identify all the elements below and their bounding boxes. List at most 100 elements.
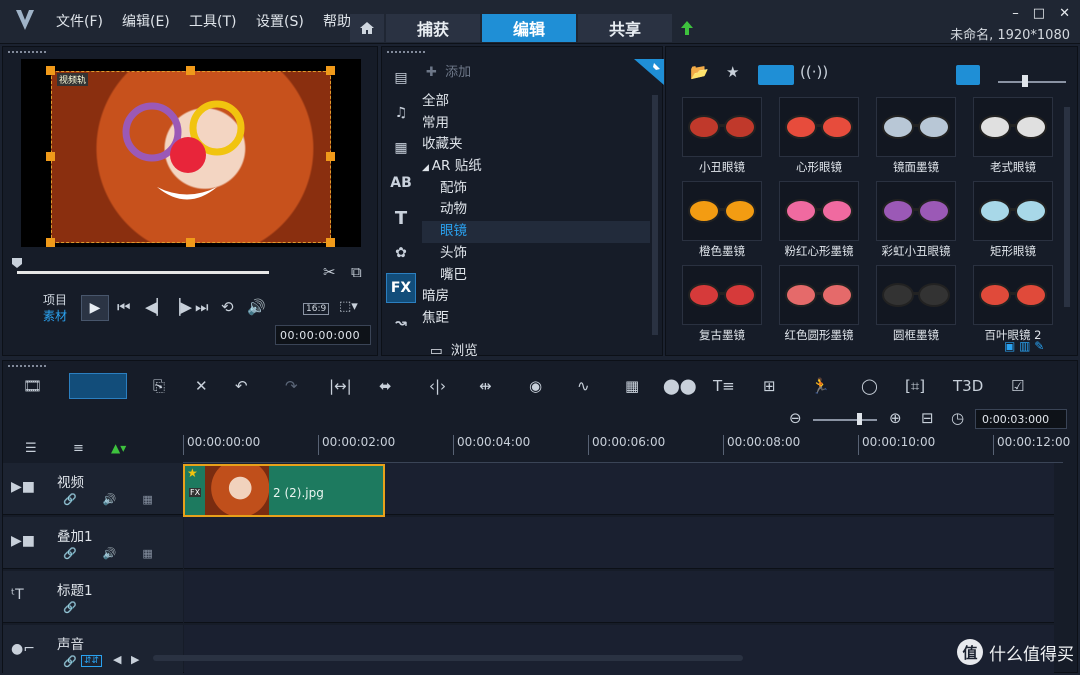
scroll-left-icon[interactable]: ◀: [113, 653, 121, 666]
effect-item[interactable]: 老式眼镜: [965, 93, 1061, 179]
resize-handle[interactable]: [46, 152, 55, 161]
browse-button[interactable]: ▭ 浏览: [430, 339, 478, 359]
category-item[interactable]: 嘴巴: [422, 265, 650, 287]
scroll-right-icon[interactable]: ▶: [131, 653, 139, 666]
panel-grip[interactable]: [7, 50, 47, 54]
resize-handle[interactable]: [186, 238, 195, 247]
tab-edit[interactable]: 编辑: [482, 14, 576, 42]
link-icon[interactable]: 🔗: [63, 655, 77, 668]
time-ruler[interactable]: 00:00:00:00 00:00:02:00 00:00:04:00 00:00:0…: [183, 433, 1070, 463]
instant-project-icon[interactable]: ▦: [386, 133, 416, 163]
graphic-icon[interactable]: ✿: [386, 238, 416, 268]
track-manager-icon[interactable]: ☰: [25, 441, 37, 456]
crop-mode-icon[interactable]: ⬚▾: [339, 299, 358, 314]
add-folder-button[interactable]: ✚ 添加: [426, 61, 471, 80]
timeline-view-button[interactable]: [69, 373, 127, 399]
category-item[interactable]: ◢ AR 贴纸: [422, 156, 650, 178]
stretch-icon[interactable]: ⇹: [479, 377, 492, 395]
minimize-button[interactable]: –: [1012, 6, 1019, 21]
timeline-scrollbar[interactable]: [153, 655, 743, 661]
tree-scrollbar[interactable]: [652, 95, 658, 335]
volume-icon[interactable]: 🔊: [247, 298, 266, 316]
favorite-add-icon[interactable]: ★: [726, 63, 739, 81]
preview-image[interactable]: [51, 71, 331, 243]
fit-timeline-icon[interactable]: ⊟: [921, 409, 934, 427]
copy-attributes-icon[interactable]: ⎘: [153, 377, 165, 395]
tab-share[interactable]: 共享: [578, 14, 672, 42]
mask-icon[interactable]: ⬤⬤: [663, 377, 697, 395]
fit-project-icon[interactable]: |↔|: [329, 377, 352, 395]
category-item[interactable]: 配饰: [422, 178, 650, 200]
category-item[interactable]: 全部: [422, 91, 650, 113]
scrubber-handle-icon[interactable]: [11, 257, 23, 269]
category-item[interactable]: 眼镜: [422, 221, 650, 243]
duration-clock-icon[interactable]: ◷: [951, 409, 964, 427]
thumbnail-size-slider[interactable]: [998, 81, 1066, 83]
trim-scissors-icon[interactable]: ✂: [323, 263, 336, 281]
effect-item[interactable]: 圆框墨镜: [868, 261, 964, 347]
effect-item[interactable]: 心形眼镜: [771, 93, 867, 179]
split-icon[interactable]: ‹|›: [429, 377, 446, 395]
effect-item[interactable]: 橙色墨镜: [674, 177, 770, 263]
undo-icon[interactable]: ↶: [235, 377, 248, 395]
category-item[interactable]: 收藏夹: [422, 134, 650, 156]
storyboard-view-icon[interactable]: 🎞: [23, 377, 42, 395]
category-item[interactable]: 暗房: [422, 286, 650, 308]
menu-help[interactable]: 帮助: [323, 11, 351, 31]
category-item[interactable]: 动物: [422, 199, 650, 221]
resize-handle[interactable]: [186, 66, 195, 75]
next-frame-icon[interactable]: ▕▶: [169, 298, 192, 316]
tab-capture[interactable]: 捕获: [386, 14, 480, 42]
mode-project[interactable]: 项目: [43, 291, 67, 308]
play-button[interactable]: ▶: [81, 295, 109, 321]
preview-timecode[interactable]: 00:00:00:000: [275, 325, 371, 345]
track-zoom-button[interactable]: ⇵⇵: [81, 655, 103, 667]
zoom-handle[interactable]: [857, 413, 862, 425]
resize-handle[interactable]: [46, 238, 55, 247]
track-row[interactable]: [184, 571, 1054, 623]
fx-icon[interactable]: FX: [386, 273, 416, 303]
menu-settings[interactable]: 设置(S): [256, 11, 304, 31]
motion-tracking-icon[interactable]: 🏃: [811, 377, 830, 395]
redo-icon[interactable]: ↷: [285, 377, 298, 395]
prev-frame-icon[interactable]: ◀▏: [145, 298, 168, 316]
color-icon[interactable]: ◉: [529, 377, 542, 395]
category-item[interactable]: 头饰: [422, 243, 650, 265]
menu-file[interactable]: 文件(F): [56, 11, 103, 31]
transition-icon[interactable]: AB: [386, 168, 416, 198]
list-view-button[interactable]: [956, 65, 980, 85]
media-icon[interactable]: ▤: [386, 63, 416, 93]
effect-item[interactable]: 矩形眼镜: [965, 177, 1061, 263]
effect-item[interactable]: 镜面墨镜: [868, 93, 964, 179]
upload-button[interactable]: [674, 14, 700, 42]
effect-item[interactable]: 小丑眼镜: [674, 93, 770, 179]
track-row[interactable]: [184, 625, 1054, 675]
effect-item[interactable]: 红色圆形墨镜: [771, 261, 867, 347]
menu-edit[interactable]: 编辑(E): [122, 11, 170, 31]
title-icon[interactable]: T: [386, 203, 416, 233]
effect-item[interactable]: 彩虹小丑眼镜: [868, 177, 964, 263]
track-row[interactable]: [184, 517, 1054, 569]
panel-grip[interactable]: [386, 50, 426, 54]
check-edit-icon[interactable]: ☑: [1011, 377, 1024, 395]
path-icon[interactable]: ↝: [386, 308, 416, 338]
end-icon[interactable]: ⏭: [195, 298, 209, 316]
enlarge-preview-icon[interactable]: ⧉: [351, 263, 362, 281]
expand-arrow-icon[interactable]: ◢: [422, 163, 432, 173]
effect-item[interactable]: 百叶眼镜 2: [965, 261, 1061, 347]
resize-handle[interactable]: [46, 66, 55, 75]
thumbnail-size-handle[interactable]: [1022, 75, 1028, 87]
resize-handle[interactable]: [326, 66, 335, 75]
timeline-clip[interactable]: ★ FX 2 (2).jpg: [183, 464, 385, 517]
zoom-slider[interactable]: [813, 419, 877, 421]
zoom-in-icon[interactable]: ⊕: [889, 409, 902, 427]
effect-item[interactable]: 粉红心形墨镜: [771, 177, 867, 263]
repeat-icon[interactable]: ⟲: [221, 298, 234, 316]
close-button[interactable]: ✕: [1059, 6, 1070, 21]
enable-ripple-icon[interactable]: ▲▾: [111, 441, 126, 455]
resize-handle[interactable]: [326, 238, 335, 247]
add-chapter-icon[interactable]: ≡: [73, 441, 84, 456]
3d-title-icon[interactable]: T3D: [953, 377, 983, 395]
home-button[interactable]: [350, 14, 384, 42]
category-item[interactable]: 焦距: [422, 308, 650, 330]
